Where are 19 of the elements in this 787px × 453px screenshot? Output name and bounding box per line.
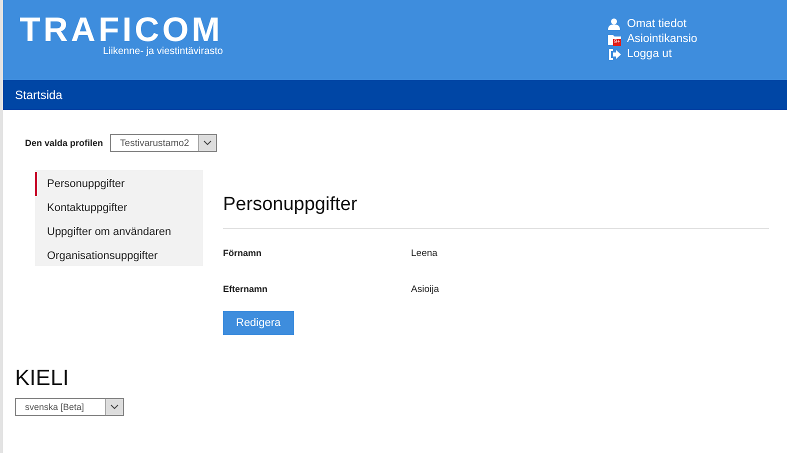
profile-label: Den valda profilen (25, 138, 104, 148)
field-value: Leena (411, 248, 438, 258)
language-select[interactable]: svenska [Beta] (15, 398, 124, 416)
logo-tagline: Liikenne- ja viestintävirasto (102, 46, 223, 57)
section-title: Personuppgifter (223, 194, 358, 216)
logout-icon (608, 48, 620, 60)
sidebar-item[interactable]: Kontaktuppgifter (35, 196, 203, 220)
field-label: Efternamn (223, 284, 269, 294)
user-icon (608, 18, 620, 30)
chevron-down-icon (110, 404, 119, 410)
profile-select[interactable]: Testivarustamo2 (110, 134, 218, 152)
field-label: Förnamn (223, 248, 263, 258)
sidebar-item[interactable]: Uppgifter om användaren (35, 220, 203, 244)
sidebar-item[interactable]: Personuppgifter (35, 172, 203, 196)
chevron-down-icon (203, 140, 212, 146)
nav-link[interactable]: Startsida (15, 88, 62, 102)
field-value: Asioija (411, 284, 439, 294)
language-title: KIELI (15, 365, 70, 391)
sidebar-item[interactable]: Organisationsuppgifter (35, 244, 203, 268)
